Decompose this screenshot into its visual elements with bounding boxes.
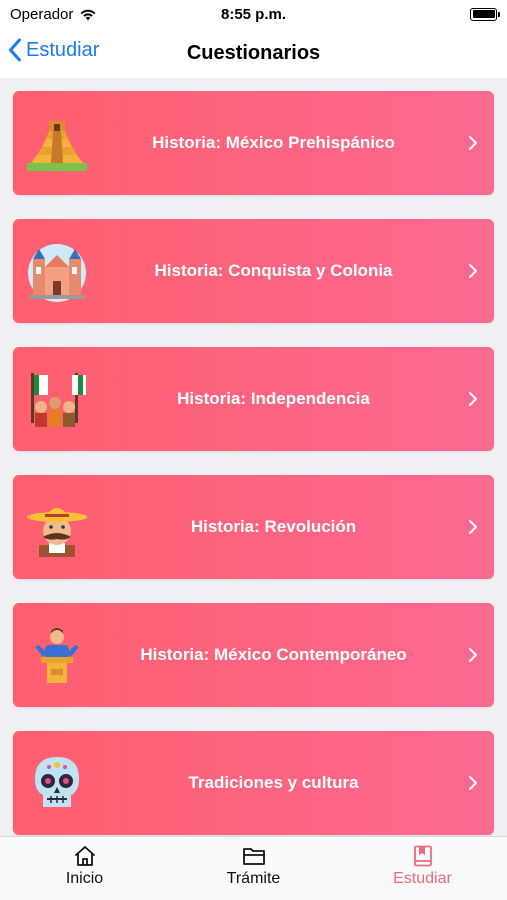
folder-icon	[242, 848, 265, 865]
chevron-right-icon	[469, 776, 477, 790]
book-icon	[413, 845, 432, 867]
back-button-label: Estudiar	[26, 38, 100, 61]
flags-crowd-icon	[31, 373, 86, 427]
pyramid-icon	[27, 121, 87, 171]
sugar-skull-icon	[35, 757, 79, 807]
quiz-card-label: Historia: México Contemporáneo	[140, 645, 407, 664]
tab-label: Inicio	[65, 870, 104, 887]
status-left: Operador	[10, 6, 97, 23]
tab-bar: Inicio Trámite Estudiar	[0, 836, 507, 900]
quiz-list: Historia: México Prehispánico Historia: …	[0, 78, 507, 836]
cathedral-icon	[28, 244, 86, 302]
chevron-left-icon	[9, 38, 21, 62]
quiz-card-independencia[interactable]: Historia: Independencia	[13, 347, 494, 451]
quiz-card-label: Historia: Independencia	[177, 389, 370, 408]
battery-icon	[470, 7, 500, 21]
quiz-card-tradiciones[interactable]: Tradiciones y cultura	[13, 731, 494, 835]
quiz-card-conquista[interactable]: Historia: Conquista y Colonia	[13, 219, 494, 323]
quiz-card-prehispanico[interactable]: Historia: México Prehispánico	[13, 91, 494, 195]
quiz-card-label: Tradiciones y cultura	[188, 773, 359, 792]
chevron-right-icon	[469, 520, 477, 534]
tab-tramite[interactable]: Trámite	[169, 837, 338, 900]
chevron-right-icon	[469, 264, 477, 278]
home-icon	[74, 846, 95, 866]
chevron-right-icon	[469, 648, 477, 662]
quiz-card-revolucion[interactable]: Historia: Revolución	[13, 475, 494, 579]
chevron-right-icon	[469, 392, 477, 406]
sombrero-man-icon	[27, 508, 87, 557]
tab-estudiar[interactable]: Estudiar	[338, 837, 507, 900]
tab-inicio[interactable]: Inicio	[0, 837, 169, 900]
chevron-right-icon	[469, 136, 477, 150]
quiz-card-contemporaneo[interactable]: Historia: México Contemporáneo	[13, 603, 494, 707]
status-bar: Operador 8:55 p.m.	[0, 0, 507, 28]
tab-label: Estudiar	[393, 870, 452, 887]
quiz-card-label: Historia: Revolución	[190, 517, 357, 536]
carrier-name: Operador	[10, 5, 74, 23]
page-title: Cuestionarios	[186, 41, 321, 64]
tab-label: Trámite	[226, 870, 281, 887]
politician-podium-icon	[35, 628, 79, 683]
quiz-card-label: Historia: Conquista y Colonia	[154, 261, 393, 280]
wifi-icon	[80, 9, 96, 20]
navigation-bar: Estudiar Cuestionarios	[0, 28, 507, 78]
quiz-card-label: Historia: México Prehispánico	[152, 133, 395, 152]
back-button[interactable]: Estudiar	[8, 38, 99, 62]
